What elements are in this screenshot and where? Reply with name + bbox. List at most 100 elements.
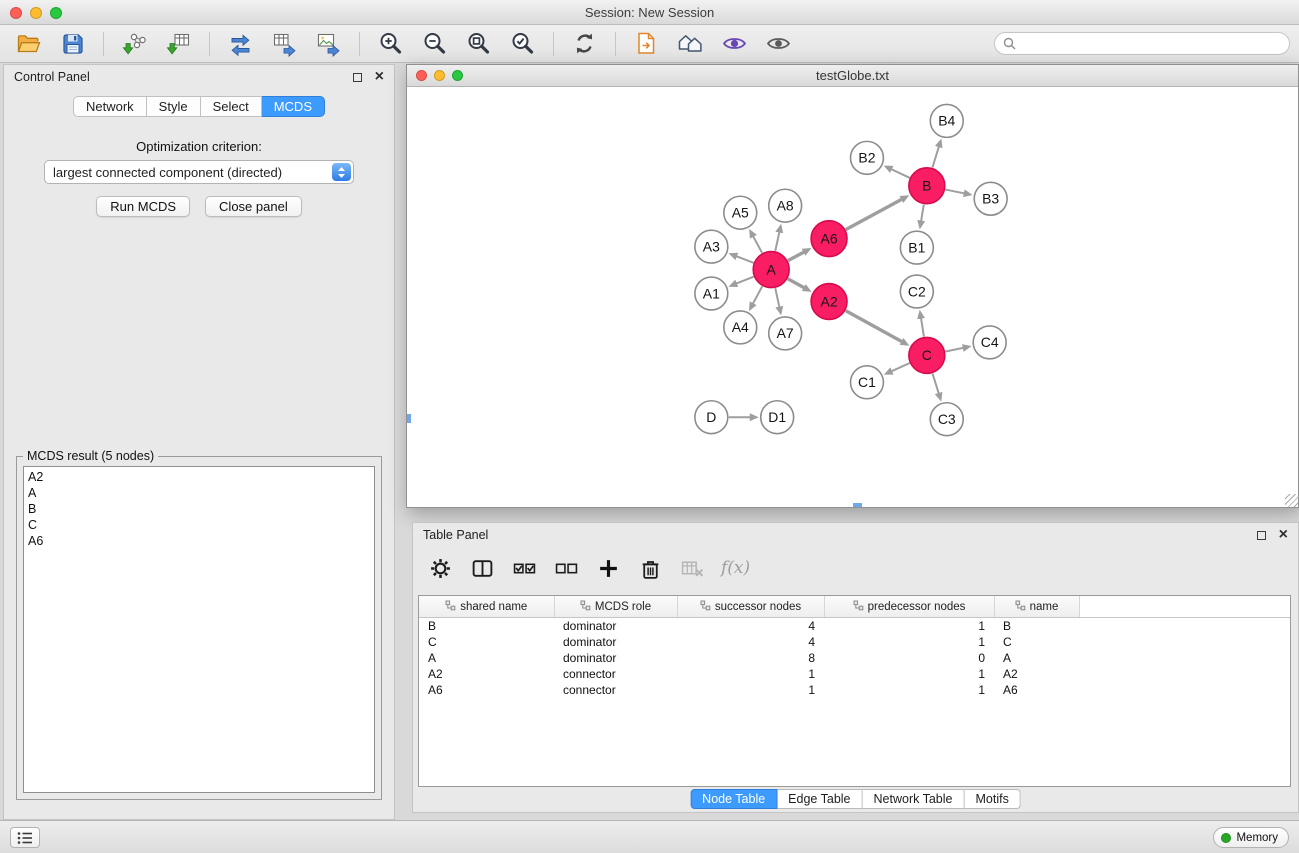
table-cell[interactable]: 4 xyxy=(677,617,824,634)
network-graph[interactable]: AA2A6BCA1A3A4A5A7A8B1B2B3B4C1C2C3C4DD1 xyxy=(407,88,1298,507)
tab-network-table[interactable]: Network Table xyxy=(863,789,965,809)
graph-edge-B-B3[interactable] xyxy=(945,190,964,194)
tab-motifs[interactable]: Motifs xyxy=(964,789,1020,809)
zoom-fit-button[interactable] xyxy=(460,28,497,60)
delete-table-button[interactable] xyxy=(679,555,706,582)
show-graphics-details-button[interactable] xyxy=(760,28,797,60)
hide-panels-button[interactable] xyxy=(672,28,709,60)
tab-node-table[interactable]: Node Table xyxy=(690,789,777,809)
graph-node-A7[interactable]: A7 xyxy=(769,317,802,350)
graph-node-C4[interactable]: C4 xyxy=(973,326,1006,359)
graph-node-A8[interactable]: A8 xyxy=(769,189,802,222)
graph-edge-A6-B[interactable] xyxy=(846,199,903,230)
table-cell[interactable]: 1 xyxy=(824,666,994,682)
graph-edge-A-A7[interactable] xyxy=(775,288,779,307)
table-cell[interactable]: B xyxy=(994,617,1079,634)
export-image-button[interactable] xyxy=(310,28,347,60)
graph-edge-A2-C[interactable] xyxy=(846,311,903,342)
run-mcds-button[interactable]: Run MCDS xyxy=(96,196,190,217)
optimization-criterion-dropdown[interactable]: largest connected component (directed) xyxy=(44,160,354,184)
mcds-result-item[interactable]: C xyxy=(28,517,374,533)
column-header-predecessor-nodes[interactable]: predecessor nodes xyxy=(824,596,994,617)
refresh-layout-button[interactable] xyxy=(566,28,603,60)
open-session-button[interactable] xyxy=(10,28,47,60)
table-cell[interactable]: dominator xyxy=(554,617,677,634)
share-network-button[interactable] xyxy=(222,28,259,60)
graph-node-A6[interactable]: A6 xyxy=(811,221,847,257)
network-file-button[interactable] xyxy=(628,28,665,60)
graph-node-C[interactable]: C xyxy=(909,337,945,373)
table-cell[interactable]: 1 xyxy=(824,634,994,650)
table-cell[interactable]: B xyxy=(419,617,554,634)
toolbar-search[interactable] xyxy=(994,32,1290,55)
zoom-selected-button[interactable] xyxy=(504,28,541,60)
graph-edge-C-C4[interactable] xyxy=(945,348,963,352)
mcds-result-item[interactable]: A2 xyxy=(28,469,374,485)
table-cell[interactable]: A2 xyxy=(994,666,1079,682)
table-cell[interactable]: A6 xyxy=(994,682,1079,698)
table-cell[interactable]: 1 xyxy=(824,682,994,698)
graph-node-B4[interactable]: B4 xyxy=(930,104,963,137)
graph-node-A1[interactable]: A1 xyxy=(695,277,728,310)
zoom-out-button[interactable] xyxy=(416,28,453,60)
table-row[interactable]: A2connector11A2 xyxy=(419,666,1290,682)
graph-edge-B-B2[interactable] xyxy=(891,169,910,178)
table-cell[interactable]: A6 xyxy=(419,682,554,698)
mcds-result-list[interactable]: A2ABCA6 xyxy=(23,466,375,793)
tab-network[interactable]: Network xyxy=(73,96,147,117)
tab-style[interactable]: Style xyxy=(147,96,201,117)
column-header-successor-nodes[interactable]: successor nodes xyxy=(677,596,824,617)
tab-mcds[interactable]: MCDS xyxy=(262,96,325,117)
graph-edge-A-A1[interactable] xyxy=(736,277,754,284)
table-cell[interactable]: dominator xyxy=(554,634,677,650)
style-preview-button[interactable] xyxy=(716,28,753,60)
tab-edge-table[interactable]: Edge Table xyxy=(777,789,862,809)
table-cell[interactable]: connector xyxy=(554,666,677,682)
network-canvas[interactable]: AA2A6BCA1A3A4A5A7A8B1B2B3B4C1C2C3C4DD1 xyxy=(407,88,1298,507)
graph-node-A2[interactable]: A2 xyxy=(811,284,847,320)
zoom-network-window-button[interactable] xyxy=(452,70,463,81)
graph-edge-C-C2[interactable] xyxy=(921,318,924,337)
deselect-all-columns-button[interactable] xyxy=(553,555,580,582)
table-options-button[interactable] xyxy=(427,555,454,582)
graph-edge-A-A6[interactable] xyxy=(788,252,804,261)
create-column-button[interactable] xyxy=(595,555,622,582)
mcds-result-item[interactable]: B xyxy=(28,501,374,517)
table-cell[interactable]: A2 xyxy=(419,666,554,682)
graph-edge-C-C3[interactable] xyxy=(933,373,939,394)
table-row[interactable]: Bdominator41B xyxy=(419,617,1290,634)
float-panel-icon[interactable] xyxy=(353,73,362,82)
zoom-in-button[interactable] xyxy=(372,28,409,60)
graph-edge-B-B4[interactable] xyxy=(932,146,939,167)
graph-node-C2[interactable]: C2 xyxy=(900,275,933,308)
column-header-shared-name[interactable]: shared name xyxy=(419,596,554,617)
table-cell[interactable]: C xyxy=(994,634,1079,650)
close-network-window-button[interactable] xyxy=(416,70,427,81)
graph-edge-A-A4[interactable] xyxy=(753,286,762,304)
window-resize-grip[interactable] xyxy=(1285,494,1298,507)
close-panel-icon[interactable]: × xyxy=(1279,527,1288,543)
close-window-button[interactable] xyxy=(10,7,22,19)
table-row[interactable]: Cdominator41C xyxy=(419,634,1290,650)
table-cell[interactable]: 1 xyxy=(824,617,994,634)
table-row[interactable]: A6connector11A6 xyxy=(419,682,1290,698)
table-cell[interactable]: 8 xyxy=(677,650,824,666)
graph-node-B3[interactable]: B3 xyxy=(974,182,1007,215)
float-panel-icon[interactable] xyxy=(1257,531,1266,540)
mcds-result-item[interactable]: A6 xyxy=(28,533,374,549)
table-cell[interactable]: dominator xyxy=(554,650,677,666)
graph-edge-A-A8[interactable] xyxy=(775,232,779,251)
show-columns-button[interactable] xyxy=(469,555,496,582)
graph-edge-B-B1[interactable] xyxy=(921,205,924,222)
graph-node-A5[interactable]: A5 xyxy=(724,196,757,229)
graph-node-B1[interactable]: B1 xyxy=(900,231,933,264)
table-cell[interactable]: C xyxy=(419,634,554,650)
table-cell[interactable]: A xyxy=(994,650,1079,666)
network-window-titlebar[interactable]: testGlobe.txt xyxy=(407,65,1298,87)
select-all-columns-button[interactable] xyxy=(511,555,538,582)
table-cell[interactable]: A xyxy=(419,650,554,666)
table-cell[interactable]: 0 xyxy=(824,650,994,666)
graph-node-A[interactable]: A xyxy=(753,252,789,288)
graph-node-C3[interactable]: C3 xyxy=(930,403,963,436)
column-header-name[interactable]: name xyxy=(994,596,1079,617)
